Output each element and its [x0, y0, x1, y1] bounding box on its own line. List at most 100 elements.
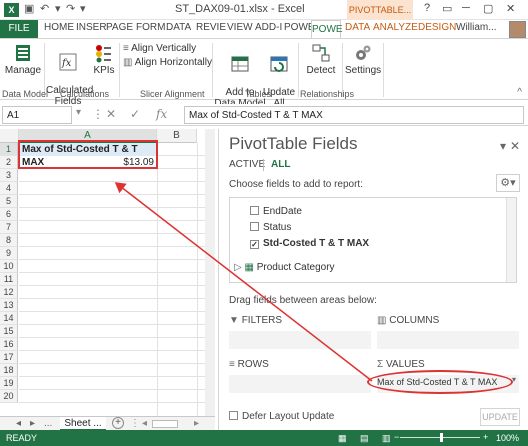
- save-icon[interactable]: ▣: [24, 2, 34, 15]
- select-all-corner[interactable]: [0, 129, 19, 143]
- tab-file[interactable]: FILE: [0, 20, 38, 38]
- checked-checkbox-icon[interactable]: ✓: [250, 240, 259, 249]
- help-button[interactable]: ?: [424, 2, 430, 14]
- tab-view[interactable]: VIEW: [227, 22, 253, 33]
- row-header[interactable]: 7: [0, 221, 18, 234]
- update-all-button[interactable]: Update All: [262, 43, 296, 109]
- minimize-button[interactable]: ─: [462, 2, 470, 14]
- normal-view-icon[interactable]: ▦: [338, 433, 347, 444]
- row-header[interactable]: 4: [0, 182, 18, 195]
- avatar[interactable]: [509, 21, 526, 38]
- hscroll-left-icon[interactable]: ◂: [142, 418, 147, 429]
- row-header[interactable]: 18: [0, 364, 18, 377]
- detect-button[interactable]: Detect: [302, 43, 340, 76]
- row-header[interactable]: 19: [0, 377, 18, 390]
- insert-function-icon[interactable]: fx: [156, 107, 167, 121]
- redo-icon[interactable]: ↷: [66, 2, 75, 15]
- align-horizontally-button[interactable]: ▥ Align Horizontally: [123, 57, 212, 68]
- page-layout-view-icon[interactable]: ▤: [360, 433, 369, 444]
- tab-review[interactable]: REVIE: [196, 22, 226, 33]
- row-header[interactable]: 1: [0, 143, 18, 156]
- row-header[interactable]: 12: [0, 286, 18, 299]
- tab-home[interactable]: HOME: [44, 22, 74, 33]
- maximize-button[interactable]: ▢: [483, 2, 493, 15]
- rows-area[interactable]: ≡ ROWS: [229, 359, 371, 395]
- checkbox-icon[interactable]: [229, 411, 238, 420]
- collapse-ribbon-icon[interactable]: ^: [517, 87, 522, 98]
- kpis-button[interactable]: KPIs: [92, 43, 116, 76]
- expand-arrow-icon[interactable]: ▷: [234, 262, 244, 273]
- columns-drop-zone[interactable]: [377, 331, 519, 349]
- tab-add-ins[interactable]: ADD-I: [255, 22, 282, 33]
- sheet-nav-next-icon[interactable]: ▸: [30, 418, 35, 429]
- update-button[interactable]: UPDATE: [480, 408, 520, 426]
- tab-active[interactable]: ACTIVE: [229, 159, 265, 170]
- row-header[interactable]: 6: [0, 208, 18, 221]
- checkbox-icon[interactable]: [250, 206, 259, 215]
- field-item-enddate[interactable]: EndDate: [250, 206, 302, 217]
- sheet-nav-more-icon[interactable]: ...: [44, 418, 52, 429]
- undo-icon[interactable]: ↶: [40, 2, 49, 15]
- rows-drop-zone[interactable]: [229, 375, 371, 393]
- hscroll-right-icon[interactable]: ▸: [194, 418, 199, 429]
- row-header[interactable]: 2: [0, 156, 18, 169]
- pane-close-icon[interactable]: ✕: [510, 139, 520, 153]
- manage-button[interactable]: Manage: [4, 43, 42, 76]
- tab-pivot-data[interactable]: DATA: [345, 22, 370, 33]
- table-product-category[interactable]: ▷ ▦ Product Category: [234, 262, 335, 273]
- vertical-scrollbar[interactable]: [205, 129, 215, 416]
- columns-area[interactable]: ▥ COLUMNS: [377, 315, 519, 351]
- row-header[interactable]: 5: [0, 195, 18, 208]
- align-vertically-button[interactable]: ≡ Align Vertically: [123, 43, 196, 54]
- tab-page-layout[interactable]: PAGE: [106, 22, 133, 33]
- tab-design[interactable]: DESIGN: [418, 22, 456, 33]
- field-settings-gear-icon[interactable]: ⚙▾: [496, 174, 520, 192]
- row-header[interactable]: 9: [0, 247, 18, 260]
- row-header[interactable]: 3: [0, 169, 18, 182]
- tab-formulas[interactable]: FORM: [136, 22, 165, 33]
- tab-powerpivot[interactable]: POWE: [311, 20, 343, 38]
- close-button[interactable]: ✕: [506, 2, 515, 15]
- row-header[interactable]: 8: [0, 234, 18, 247]
- zoom-level[interactable]: 100%: [496, 433, 519, 443]
- sheet-tab[interactable]: Sheet ...: [60, 417, 106, 431]
- defer-layout-update[interactable]: Defer Layout Update: [229, 411, 334, 422]
- cancel-icon[interactable]: ✕: [106, 107, 116, 121]
- horizontal-scrollbar[interactable]: [152, 420, 178, 428]
- tab-all[interactable]: ALL: [271, 159, 290, 170]
- column-header-b[interactable]: B: [157, 129, 197, 143]
- tab-insert[interactable]: INSER: [76, 22, 107, 33]
- enter-icon[interactable]: ✓: [130, 107, 140, 121]
- row-header[interactable]: 20: [0, 390, 18, 403]
- more-options-icon[interactable]: ⋮: [130, 418, 140, 429]
- quick-access-customize-icon[interactable]: ▾: [80, 2, 86, 15]
- tab-analyze[interactable]: ANALYZE: [373, 22, 418, 33]
- filters-area[interactable]: ▼ FILTERS: [229, 315, 371, 351]
- formula-input[interactable]: Max of Std-Costed T & T MAX: [184, 106, 524, 124]
- row-header[interactable]: 17: [0, 351, 18, 364]
- name-box[interactable]: A1: [2, 106, 72, 124]
- field-list-scrollbar[interactable]: [506, 198, 516, 282]
- field-item-status[interactable]: Status: [250, 222, 291, 233]
- name-box-dropdown-icon[interactable]: ▾: [76, 107, 81, 118]
- row-header[interactable]: 16: [0, 338, 18, 351]
- zoom-in-icon[interactable]: +: [483, 432, 488, 442]
- page-break-view-icon[interactable]: ▥: [382, 433, 391, 444]
- row-header[interactable]: 15: [0, 325, 18, 338]
- pane-options-icon[interactable]: ▾: [500, 139, 506, 153]
- filters-drop-zone[interactable]: [229, 331, 371, 349]
- user-name[interactable]: William...: [456, 22, 497, 33]
- row-header[interactable]: 11: [0, 273, 18, 286]
- add-sheet-button[interactable]: +: [112, 417, 124, 429]
- tab-power-view[interactable]: POWE: [284, 22, 315, 33]
- zoom-out-icon[interactable]: −: [394, 432, 399, 442]
- row-header[interactable]: 14: [0, 312, 18, 325]
- undo-dropdown-icon[interactable]: ▾: [55, 2, 61, 15]
- sheet-nav-prev-icon[interactable]: ◂: [16, 418, 21, 429]
- tab-data[interactable]: DATA: [166, 22, 191, 33]
- add-to-data-model-button[interactable]: Add to Data Model: [214, 43, 266, 109]
- checkbox-icon[interactable]: [250, 222, 259, 231]
- row-header[interactable]: 10: [0, 260, 18, 273]
- row-header[interactable]: 13: [0, 299, 18, 312]
- zoom-slider-handle[interactable]: [440, 433, 443, 442]
